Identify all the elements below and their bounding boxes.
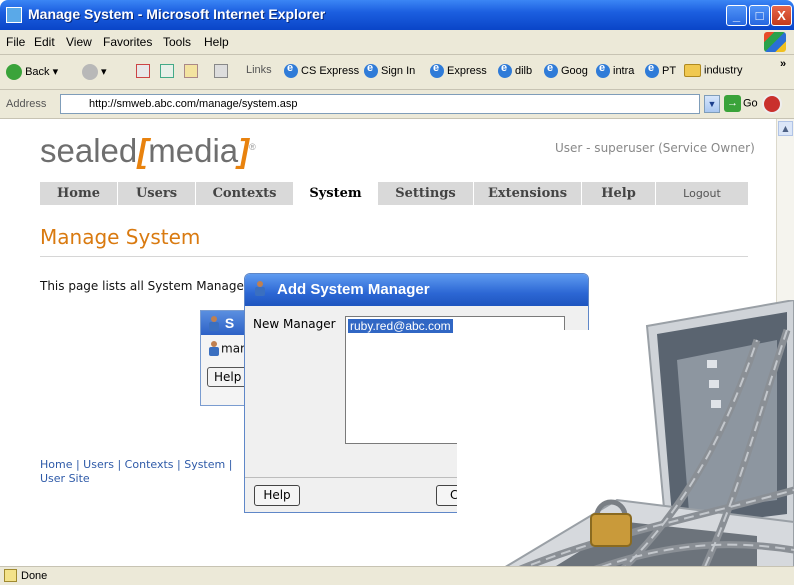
page-description: This page lists all System Manage <box>40 279 244 293</box>
minimize-button[interactable]: _ <box>726 5 747 26</box>
scroll-up-button[interactable]: ▲ <box>778 121 793 136</box>
windows-logo-icon <box>764 32 786 52</box>
links-overflow-button[interactable]: » <box>780 58 786 70</box>
divider <box>40 256 748 257</box>
ie-window-icon <box>6 7 22 23</box>
print-button[interactable] <box>214 64 228 78</box>
link-industry[interactable]: industry <box>684 64 743 77</box>
forward-arrow-icon <box>82 64 98 80</box>
nav-help[interactable]: Help <box>582 182 656 205</box>
refresh-icon <box>160 64 174 78</box>
ie-page-icon <box>364 62 378 78</box>
print-icon <box>214 64 228 78</box>
new-manager-value: ruby.red@abc.com <box>348 319 453 333</box>
maximize-button[interactable]: □ <box>749 5 770 26</box>
link-pt[interactable]: PT <box>645 62 676 78</box>
menu-favorites[interactable]: Favorites <box>103 35 152 49</box>
footer-user-site-link[interactable]: User Site <box>40 472 232 486</box>
ie-page-icon <box>645 62 659 78</box>
user-info: User - superuser (Service Owner) <box>555 141 755 155</box>
back-button[interactable]: Back ▾ <box>6 64 58 80</box>
window-title: Manage System - Microsoft Internet Explo… <box>28 6 326 22</box>
menu-edit[interactable]: Edit <box>34 35 55 49</box>
link-goog[interactable]: Goog <box>544 62 588 78</box>
nav-system[interactable]: System <box>294 182 378 205</box>
pdf-icon[interactable] <box>762 94 782 114</box>
close-button[interactable]: X <box>771 5 792 26</box>
links-label: Links <box>246 64 272 76</box>
menu-file[interactable]: File <box>6 35 25 49</box>
toolbar: Back ▾ ▾ Links CS Express Sign In Expres… <box>0 55 794 90</box>
ie-page-icon <box>498 62 512 78</box>
home-icon <box>184 64 198 78</box>
link-sign-in[interactable]: Sign In <box>364 62 415 78</box>
window-titlebar: Manage System - Microsoft Internet Explo… <box>0 0 794 30</box>
stop-icon <box>136 64 150 78</box>
refresh-button[interactable] <box>160 64 174 78</box>
link-express[interactable]: Express <box>430 62 487 78</box>
ie-page-icon <box>544 62 558 78</box>
ie-page-icon <box>284 62 298 78</box>
home-button[interactable] <box>184 64 198 78</box>
address-dropdown-button[interactable]: ▼ <box>704 95 720 113</box>
nav-extensions[interactable]: Extensions <box>474 182 582 205</box>
address-url: http://smweb.abc.com/manage/system.asp <box>89 98 298 110</box>
menu-bar: File Edit View Favorites Tools Help <box>0 30 794 55</box>
menu-tools[interactable]: Tools <box>163 35 191 49</box>
status-text: Done <box>21 570 48 582</box>
nav-logout[interactable]: Logout <box>656 182 748 205</box>
stop-button[interactable] <box>136 64 150 78</box>
link-cs-express[interactable]: CS Express <box>284 62 359 78</box>
address-label: Address <box>6 98 47 110</box>
go-arrow-icon: → <box>724 95 741 112</box>
user-icon <box>207 316 221 332</box>
sealedmedia-logo: sealed[media]® <box>40 132 256 169</box>
nav-home[interactable]: Home <box>40 182 118 205</box>
nav-contexts[interactable]: Contexts <box>196 182 294 205</box>
ie-page-icon <box>596 62 610 78</box>
folder-icon <box>684 64 701 77</box>
nav-settings[interactable]: Settings <box>378 182 474 205</box>
back-label: Back <box>25 65 50 78</box>
address-bar: Address http://smweb.abc.com/manage/syst… <box>0 90 794 119</box>
footer-nav-links[interactable]: Home | Users | Contexts | System | <box>40 458 232 472</box>
dialog-title: Add System Manager <box>277 281 430 298</box>
page-done-icon <box>4 569 17 582</box>
forward-button[interactable]: ▾ <box>82 64 107 80</box>
link-dilb[interactable]: dilb <box>498 62 532 78</box>
status-bar: Done <box>0 566 794 585</box>
user-icon <box>253 281 267 297</box>
menu-view[interactable]: View <box>66 35 92 49</box>
address-input[interactable]: http://smweb.abc.com/manage/system.asp <box>60 94 700 114</box>
back-arrow-icon <box>6 64 22 80</box>
footer-links: Home | Users | Contexts | System | User … <box>40 458 232 486</box>
link-intra[interactable]: intra <box>596 62 634 78</box>
ie-page-icon <box>430 62 444 78</box>
dialog-help-button[interactable]: Help <box>254 485 300 506</box>
menu-help[interactable]: Help <box>204 35 229 49</box>
main-nav: Home Users Contexts System Settings Exte… <box>40 182 748 205</box>
go-button[interactable]: → Go <box>724 95 758 112</box>
user-icon <box>207 341 221 357</box>
new-manager-label: New Manager <box>253 317 336 331</box>
page-title: Manage System <box>40 225 201 249</box>
nav-users[interactable]: Users <box>118 182 196 205</box>
chained-laptop-image <box>475 300 794 584</box>
